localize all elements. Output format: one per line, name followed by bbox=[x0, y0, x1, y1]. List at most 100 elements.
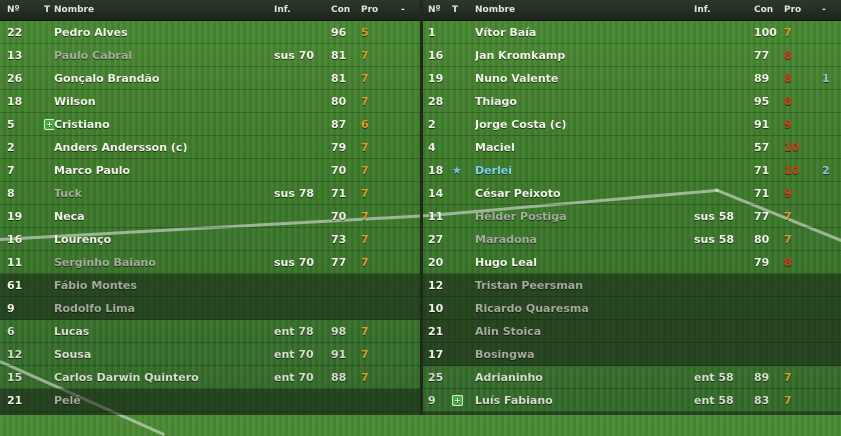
player-row[interactable]: 26 Gonçalo Brandão 81 7 bbox=[0, 67, 420, 90]
player-row[interactable]: 22 Pedro Alves 96 5 bbox=[0, 21, 420, 44]
player-row[interactable]: 18 ★ Derlei 71 10 2 bbox=[423, 159, 841, 182]
player-row[interactable]: 16 Lourenço 73 7 bbox=[0, 228, 420, 251]
header-extra[interactable]: - bbox=[822, 5, 841, 15]
player-row[interactable]: 28 Thiago 95 8 bbox=[423, 90, 841, 113]
header-con[interactable]: Con bbox=[754, 5, 784, 15]
rating-value: 8 bbox=[784, 71, 792, 85]
header-inf[interactable]: Inf. bbox=[274, 5, 331, 15]
sub-info: sus 70 bbox=[274, 48, 315, 62]
player-row[interactable]: 11 Hélder Postiga sus 58 77 7 bbox=[423, 205, 841, 228]
player-row[interactable]: 13 Paulo Cabral sus 70 81 7 bbox=[0, 44, 420, 67]
player-name[interactable]: Bosingwa bbox=[475, 348, 694, 361]
player-name[interactable]: César Peixoto bbox=[475, 187, 694, 200]
player-name[interactable]: Gonçalo Brandão bbox=[54, 72, 274, 85]
player-name[interactable]: Pelé bbox=[54, 394, 274, 407]
player-row[interactable]: 9 Rodolfo Lima bbox=[0, 297, 420, 320]
player-name[interactable]: Ricardo Quaresma bbox=[475, 302, 694, 315]
shirt-number: 20 bbox=[428, 255, 444, 269]
player-row[interactable]: 2 Jorge Costa (c) 91 9 bbox=[423, 113, 841, 136]
rating-value: 7 bbox=[361, 71, 369, 85]
player-row[interactable]: 12 Sousa ent 70 91 7 bbox=[0, 343, 420, 366]
player-name[interactable]: Luís Fabiano bbox=[475, 394, 694, 407]
player-row[interactable]: 14 César Peixoto 71 9 bbox=[423, 182, 841, 205]
player-name[interactable]: Fábio Montes bbox=[54, 279, 274, 292]
player-row[interactable]: 8 Tuck sus 78 71 7 bbox=[0, 182, 420, 205]
player-name[interactable]: Rodolfo Lima bbox=[54, 302, 274, 315]
rating-value: 5 bbox=[361, 25, 369, 39]
player-name[interactable]: Marco Paulo bbox=[54, 164, 274, 177]
status-cell: ★ bbox=[452, 164, 475, 177]
condition-value: 77 bbox=[754, 209, 770, 223]
player-row[interactable]: 12 Tristan Peersman bbox=[423, 274, 841, 297]
header-name[interactable]: Nombre bbox=[475, 5, 694, 15]
player-row[interactable]: 9 + Luís Fabiano ent 58 83 7 bbox=[423, 389, 841, 412]
player-row[interactable]: 6 Lucas ent 78 98 7 bbox=[0, 320, 420, 343]
header-inf[interactable]: Inf. bbox=[694, 5, 754, 15]
player-name[interactable]: Carlos Darwin Quintero bbox=[54, 371, 274, 384]
player-row[interactable]: 1 Vítor Baía 100 7 bbox=[423, 21, 841, 44]
header-name[interactable]: Nombre bbox=[54, 5, 274, 15]
player-row[interactable]: 10 Ricardo Quaresma bbox=[423, 297, 841, 320]
player-name[interactable]: Cristiano bbox=[54, 118, 274, 131]
rating-value: 7 bbox=[361, 163, 369, 177]
header-pro[interactable]: Pro bbox=[361, 5, 401, 15]
player-name[interactable]: Pedro Alves bbox=[54, 26, 274, 39]
player-row[interactable]: 4 Maciel 57 10 bbox=[423, 136, 841, 159]
player-row[interactable]: 2 Anders Andersson (c) 79 7 bbox=[0, 136, 420, 159]
player-name[interactable]: Serginho Baiano bbox=[54, 256, 274, 269]
player-row[interactable]: 11 Serginho Baiano sus 70 77 7 bbox=[0, 251, 420, 274]
shirt-number: 19 bbox=[428, 71, 444, 85]
player-row[interactable]: 25 Adrianinho ent 58 89 7 bbox=[423, 366, 841, 389]
shirt-number: 61 bbox=[7, 278, 23, 292]
shirt-number: 1 bbox=[428, 25, 436, 39]
player-name[interactable]: Adrianinho bbox=[475, 371, 694, 384]
player-row[interactable]: 16 Jan Kromkamp 77 8 bbox=[423, 44, 841, 67]
player-name[interactable]: Paulo Cabral bbox=[54, 49, 274, 62]
player-name[interactable]: Derlei bbox=[475, 164, 694, 177]
player-row[interactable]: 19 Neca 70 7 bbox=[0, 205, 420, 228]
player-name[interactable]: Jan Kromkamp bbox=[475, 49, 694, 62]
player-name[interactable]: Jorge Costa (c) bbox=[475, 118, 694, 131]
player-name[interactable]: Thiago bbox=[475, 95, 694, 108]
header-con[interactable]: Con bbox=[331, 5, 361, 15]
header-number[interactable]: Nº bbox=[423, 5, 452, 15]
player-row[interactable]: 7 Marco Paulo 70 7 bbox=[0, 159, 420, 182]
player-row[interactable]: 5 + Cristiano 87 6 bbox=[0, 113, 420, 136]
player-row[interactable]: 21 Alin Stoica bbox=[423, 320, 841, 343]
header-extra[interactable]: - bbox=[401, 5, 420, 15]
player-row[interactable]: 20 Hugo Leal 79 8 bbox=[423, 251, 841, 274]
condition-value: 70 bbox=[331, 163, 347, 177]
rating-value: 7 bbox=[361, 232, 369, 246]
player-row[interactable]: 27 Maradona sus 58 80 7 bbox=[423, 228, 841, 251]
player-name[interactable]: Alin Stoica bbox=[475, 325, 694, 338]
player-name[interactable]: Nuno Valente bbox=[475, 72, 694, 85]
player-name[interactable]: Tristan Peersman bbox=[475, 279, 694, 292]
rating-value: 10 bbox=[784, 140, 800, 154]
player-name[interactable]: Vítor Baía bbox=[475, 26, 694, 39]
header-t[interactable]: T bbox=[44, 5, 54, 15]
player-name[interactable]: Sousa bbox=[54, 348, 274, 361]
player-name[interactable]: Maradona bbox=[475, 233, 694, 246]
player-name[interactable]: Lucas bbox=[54, 325, 274, 338]
player-row[interactable]: 21 Pelé bbox=[0, 389, 420, 412]
player-row[interactable]: 15 Carlos Darwin Quintero ent 70 88 7 bbox=[0, 366, 420, 389]
player-name[interactable]: Tuck bbox=[54, 187, 274, 200]
player-row[interactable]: 18 Wilson 80 7 bbox=[0, 90, 420, 113]
player-name[interactable]: Lourenço bbox=[54, 233, 274, 246]
condition-value: 98 bbox=[331, 324, 347, 338]
header-t[interactable]: T bbox=[452, 5, 475, 15]
plus-icon: + bbox=[452, 395, 463, 406]
player-row[interactable]: 19 Nuno Valente 89 8 1 bbox=[423, 67, 841, 90]
player-name[interactable]: Anders Andersson (c) bbox=[54, 141, 274, 154]
player-name[interactable]: Neca bbox=[54, 210, 274, 223]
player-name[interactable]: Maciel bbox=[475, 141, 694, 154]
player-row[interactable]: 61 Fábio Montes bbox=[0, 274, 420, 297]
player-name[interactable]: Hugo Leal bbox=[475, 256, 694, 269]
condition-value: 70 bbox=[331, 209, 347, 223]
player-name[interactable]: Hélder Postiga bbox=[475, 210, 694, 223]
header-number[interactable]: Nº bbox=[0, 5, 44, 15]
shirt-number: 27 bbox=[428, 232, 444, 246]
player-row[interactable]: 17 Bosingwa bbox=[423, 343, 841, 366]
player-name[interactable]: Wilson bbox=[54, 95, 274, 108]
header-pro[interactable]: Pro bbox=[784, 5, 822, 15]
